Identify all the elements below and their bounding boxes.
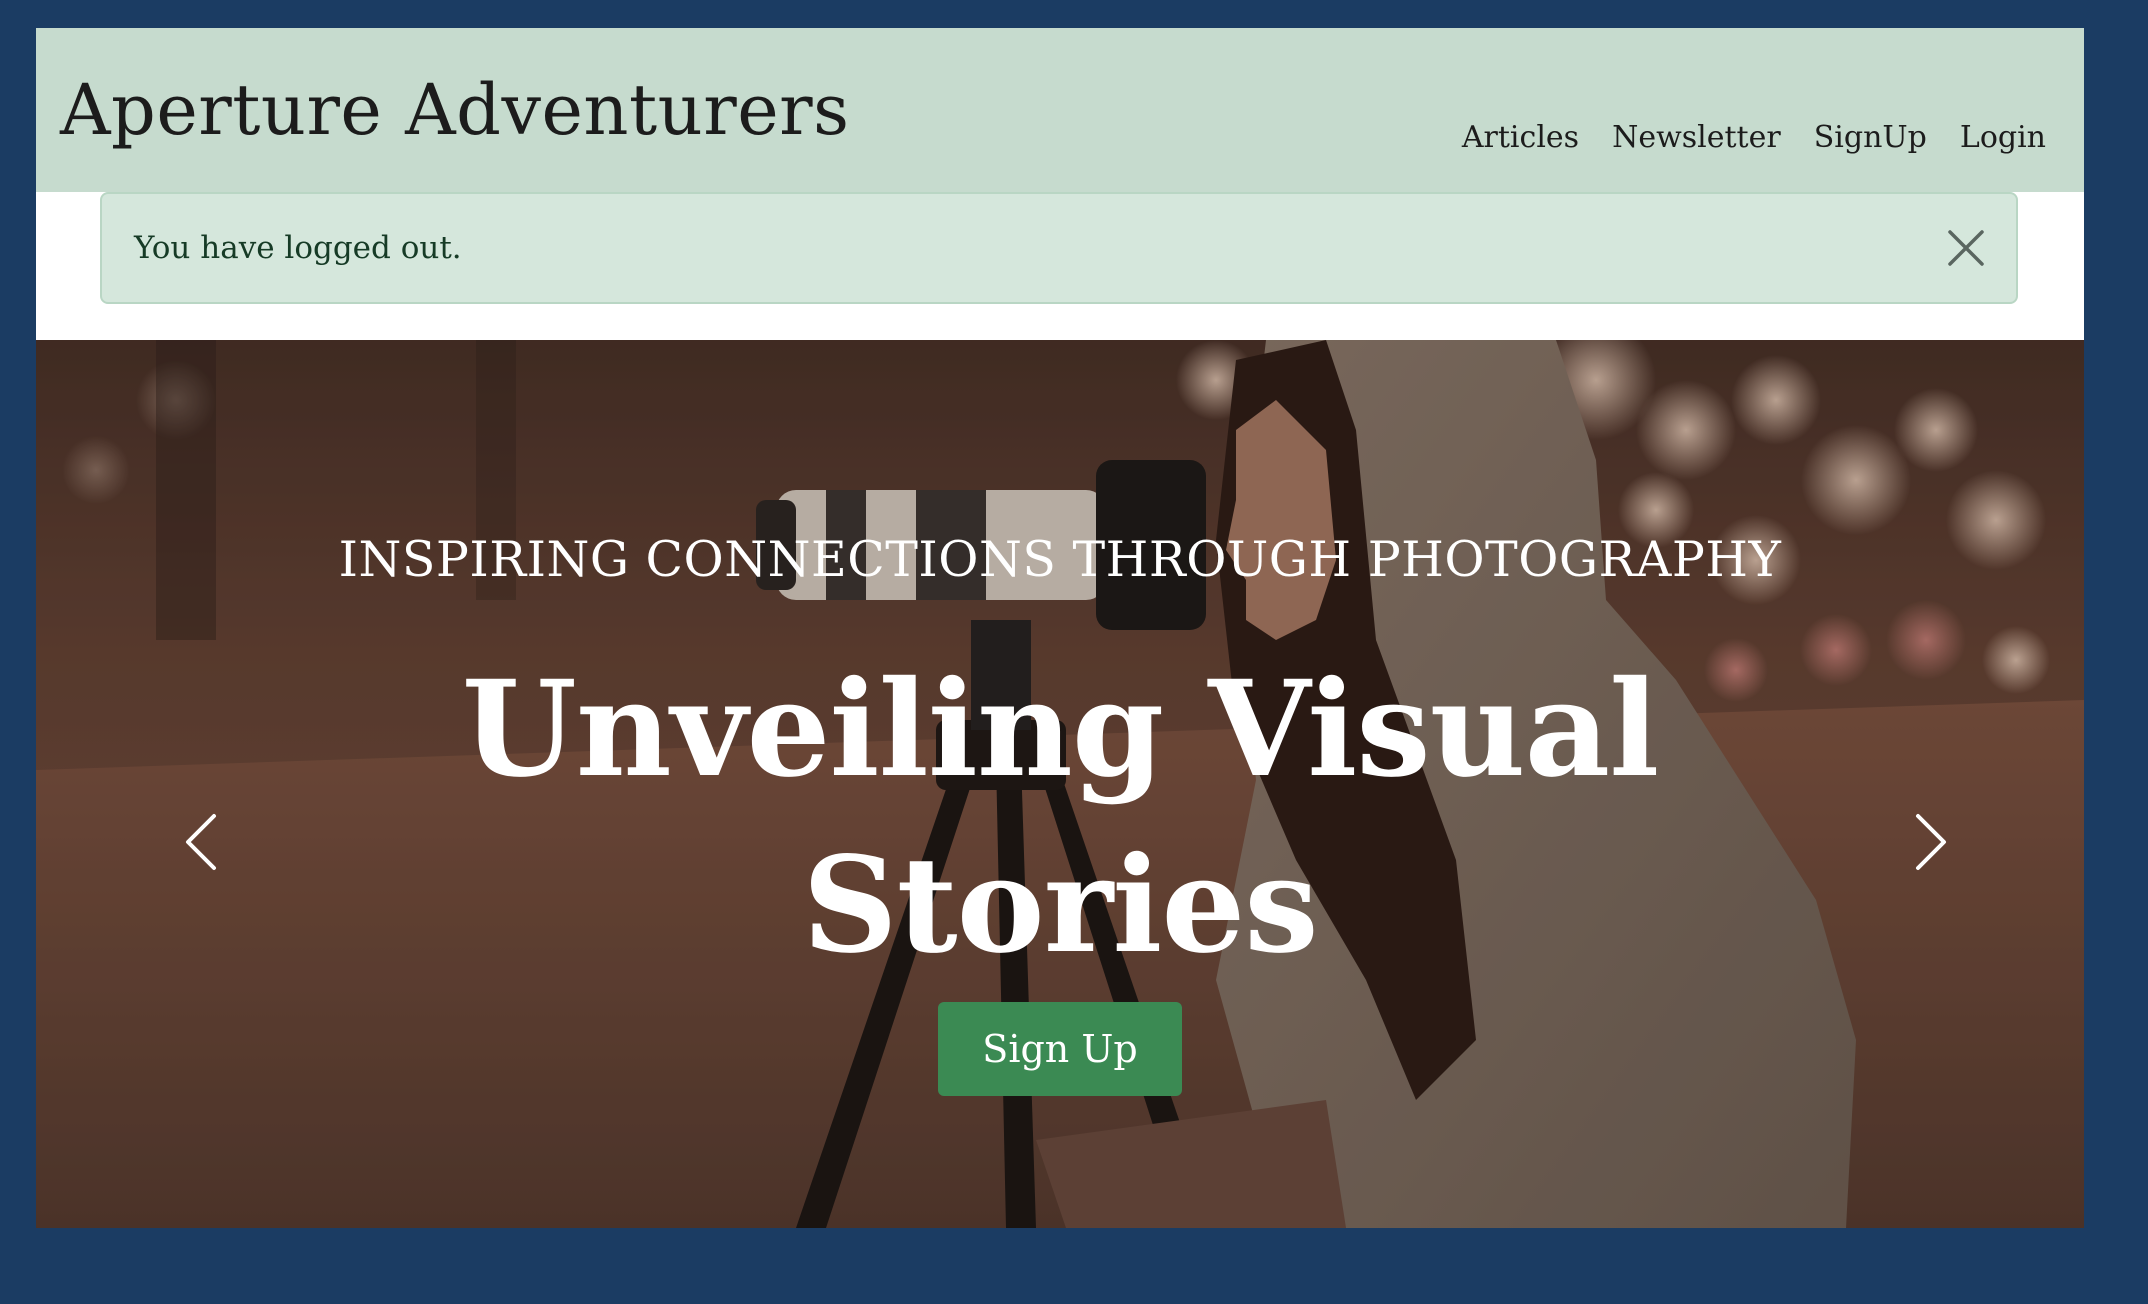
site-brand[interactable]: Aperture Adventurers [60, 68, 850, 152]
hero-title: Unveiling Visual Stories [461, 652, 1660, 983]
close-icon[interactable] [1944, 226, 1988, 270]
browser-viewport: Aperture Adventurers Articles Newsletter… [36, 28, 2084, 1228]
hero-carousel: INSPIRING CONNECTIONS THROUGH PHOTOGRAPH… [36, 340, 2084, 1228]
navbar: Aperture Adventurers Articles Newsletter… [36, 28, 2084, 192]
alert-message: You have logged out. [134, 230, 462, 266]
nav-newsletter-link[interactable]: Newsletter [1612, 116, 1781, 160]
chevron-right-icon[interactable] [1904, 812, 1954, 872]
logout-alert: You have logged out. [100, 192, 2018, 304]
chevron-left-icon[interactable] [178, 812, 228, 872]
nav-login-link[interactable]: Login [1960, 116, 2046, 160]
nav-articles-link[interactable]: Articles [1462, 116, 1579, 160]
signup-button[interactable]: Sign Up [938, 1002, 1182, 1096]
hero-kicker: INSPIRING CONNECTIONS THROUGH PHOTOGRAPH… [338, 531, 1782, 588]
nav-signup-link[interactable]: SignUp [1814, 116, 1927, 160]
main-nav: Articles Newsletter SignUp Login [1462, 116, 2046, 160]
hero-caption: INSPIRING CONNECTIONS THROUGH PHOTOGRAPH… [36, 340, 2084, 1228]
